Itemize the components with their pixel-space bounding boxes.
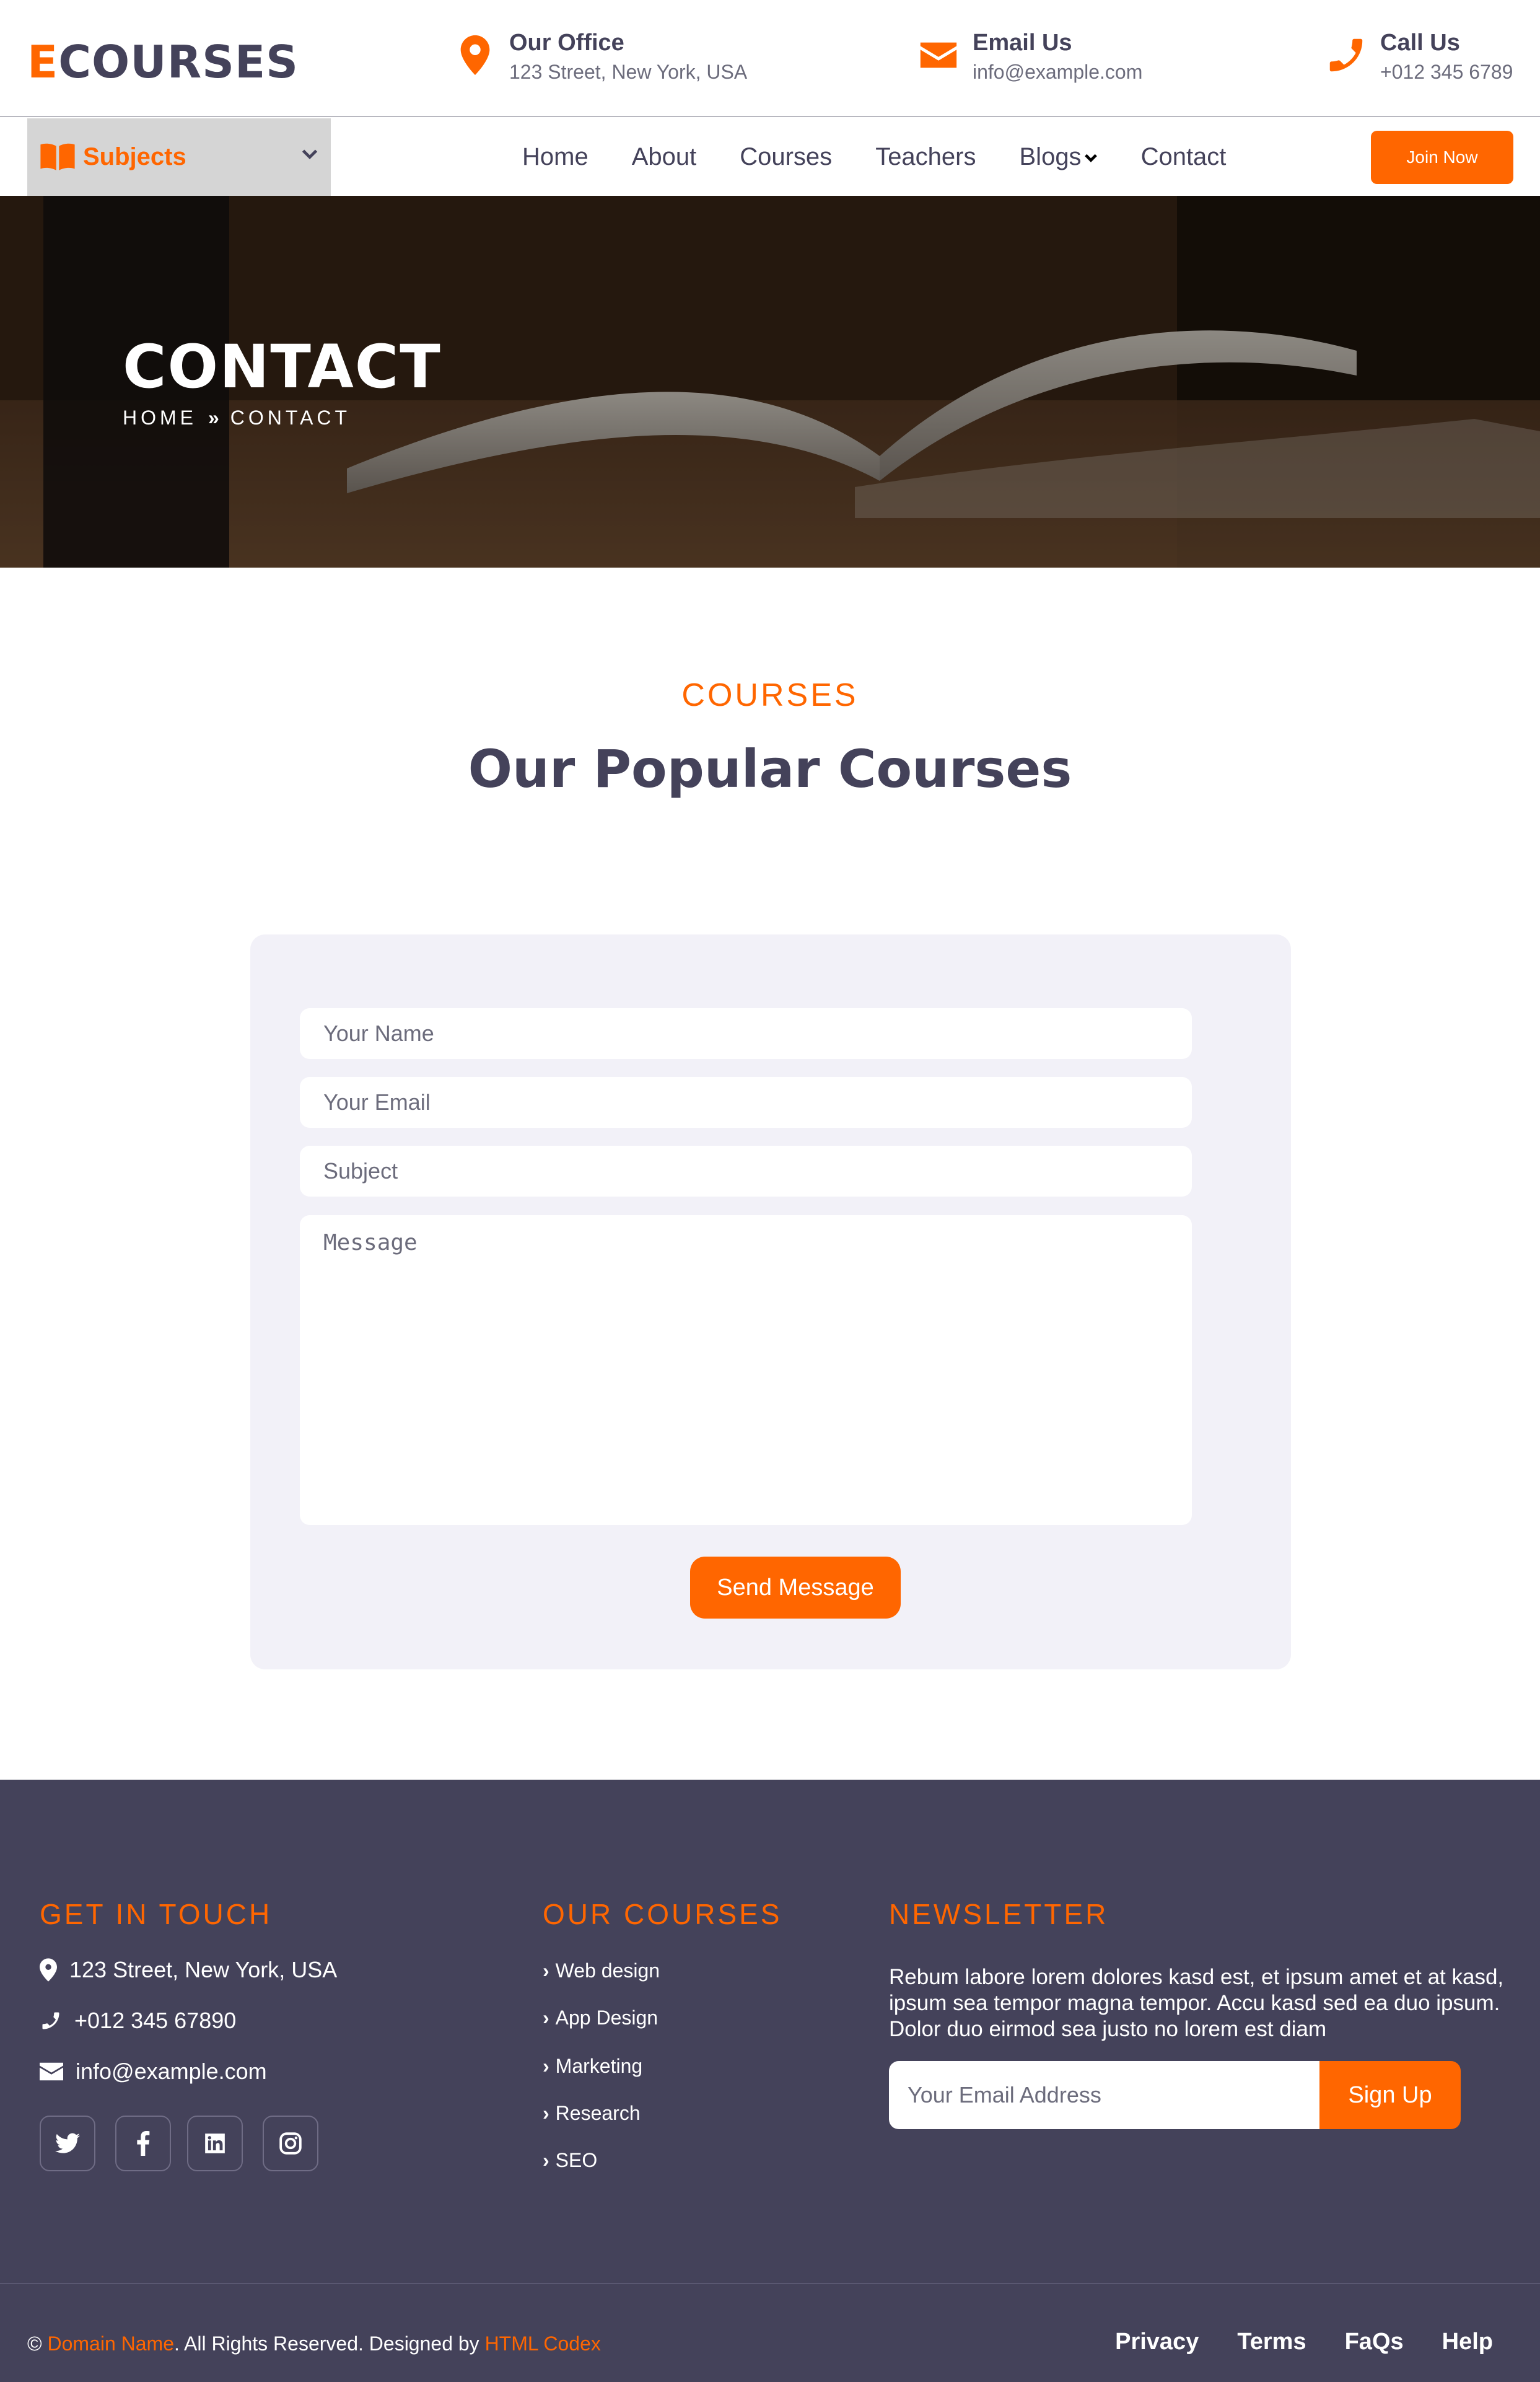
nav-blogs[interactable]: Blogs [1020,143,1098,171]
help-link[interactable]: Help [1442,2329,1493,2355]
facebook-button[interactable] [115,2116,171,2171]
footer-course-link[interactable]: › Marketing [543,2055,642,2078]
nav-courses[interactable]: Courses [740,143,832,171]
section-subtitle: COURSES [681,677,859,713]
copyright: © Domain Name. All Rights Reserved. Desi… [27,2332,601,2355]
footer-divider [0,2283,1540,2284]
sign-up-button[interactable]: Sign Up [1319,2061,1461,2129]
instagram-button[interactable] [263,2116,318,2171]
twitter-icon [55,2133,80,2153]
terms-link[interactable]: Terms [1237,2329,1306,2355]
chevron-right-icon: › [543,2149,549,2171]
nav-blogs-label: Blogs [1019,143,1082,170]
newsletter-text: Rebum labore lorem dolores kasd est, et … [889,1965,1504,2041]
top-bar: ECOURSES Our Office 123 Street, New York… [0,0,1540,117]
office-info: Our Office 123 Street, New York, USA [453,27,747,86]
email-info: Email Us info@example.com [917,27,1142,86]
footer-courses-heading: OUR COURSES [543,1898,782,1930]
privacy-link[interactable]: Privacy [1115,2329,1199,2355]
footer: GET IN TOUCH 123 Street, New York, USA +… [0,1780,1540,2382]
footer-get-in-touch-heading: GET IN TOUCH [40,1898,273,1930]
linkedin-icon [205,2134,225,2153]
section-title: Our Popular Courses [468,739,1072,799]
chevron-right-icon: › [543,1959,549,1982]
page-title: CONTACT [123,332,442,402]
subjects-dropdown[interactable]: Subjects [27,118,331,196]
nav-about[interactable]: About [632,143,697,171]
email-title: Email Us [973,30,1072,56]
chevron-right-icon: › [543,2006,549,2029]
phone-icon [1329,38,1363,72]
footer-bottom-links: Privacy Terms FaQs Help [1077,2329,1493,2355]
email-field[interactable]: Your Email [300,1077,1192,1128]
phone-icon [42,2012,59,2029]
email-address: info@example.com [973,61,1143,83]
breadcrumb: HOME » CONTACT [123,407,351,429]
nav-teachers[interactable]: Teachers [875,143,976,171]
call-number: +012 345 6789 [1380,61,1513,83]
send-message-button[interactable]: Send Message [690,1557,901,1619]
message-field[interactable]: Message [300,1215,1192,1525]
name-field[interactable]: Your Name [300,1008,1192,1059]
book-icon [40,143,75,170]
footer-course-link[interactable]: › SEO [543,2149,597,2172]
facebook-icon [137,2131,150,2156]
subjects-label: Subjects [83,143,186,170]
footer-address: 123 Street, New York, USA [40,1957,337,1983]
footer-course-link[interactable]: › Web design [543,1959,660,1982]
page-hero: CONTACT HOME » CONTACT [0,196,1540,568]
breadcrumb-separator-icon: » [208,407,219,429]
nav-menu: Home About Courses Teachers Blogs Contac… [522,118,1269,196]
office-title: Our Office [509,30,624,56]
footer-course-link[interactable]: › App Design [543,2006,658,2029]
chevron-right-icon: › [543,2055,549,2077]
linkedin-button[interactable] [187,2116,243,2171]
breadcrumb-current: CONTACT [230,407,351,429]
twitter-button[interactable] [40,2116,95,2171]
footer-course-link[interactable]: › Research [543,2102,641,2125]
chevron-down-icon [302,149,318,159]
instagram-icon [279,2132,302,2155]
envelope-icon [920,42,957,68]
designer-link[interactable]: HTML Codex [485,2332,601,2355]
footer-newsletter-heading: NEWSLETTER [889,1898,1109,1930]
nav-contact[interactable]: Contact [1141,143,1227,171]
nav-home[interactable]: Home [522,143,588,171]
contact-form: Your Name Your Email Subject Message Sen… [250,934,1291,1669]
join-now-button[interactable]: Join Now [1371,131,1513,184]
envelope-icon [40,2062,63,2081]
map-marker-icon [460,35,490,76]
chevron-down-icon [1084,154,1097,162]
brand-logo[interactable]: ECOURSES [27,36,299,88]
chevron-right-icon: › [543,2102,549,2124]
breadcrumb-home[interactable]: HOME [123,407,197,429]
subject-field[interactable]: Subject [300,1146,1192,1197]
call-info: Call Us +012 345 6789 [1324,27,1513,86]
domain-link[interactable]: Domain Name [47,2332,174,2355]
office-address: 123 Street, New York, USA [509,61,748,83]
newsletter-email-input[interactable]: Your Email Address [889,2061,1319,2129]
map-marker-icon [40,1958,57,1982]
footer-phone: +012 345 67890 [40,2008,236,2034]
faqs-link[interactable]: FaQs [1345,2329,1404,2355]
main-navbar: Subjects Home About Courses Teachers Blo… [0,118,1540,196]
call-title: Call Us [1380,30,1460,56]
footer-email: info@example.com [40,2059,267,2085]
